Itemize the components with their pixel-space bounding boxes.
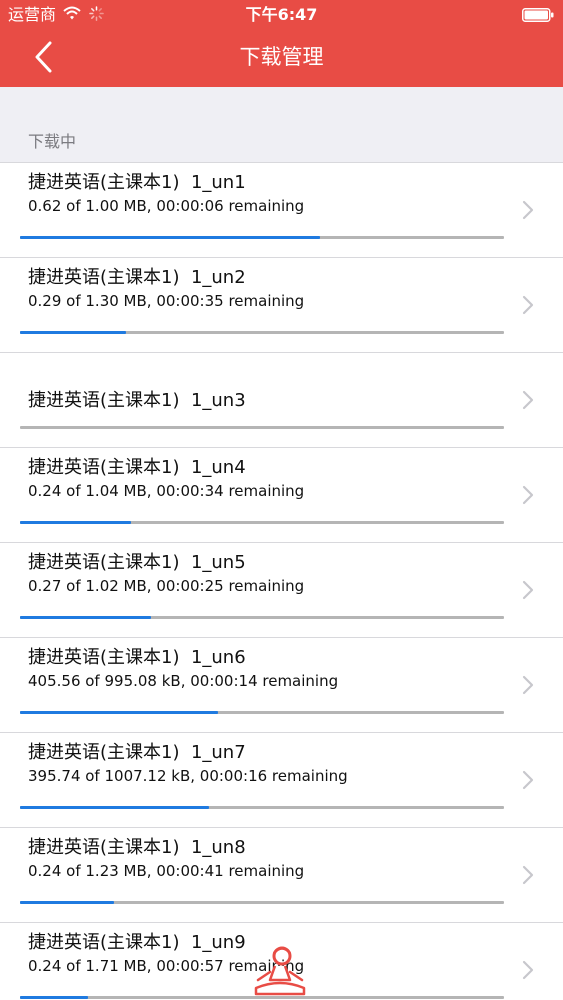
page-title: 下载管理 bbox=[239, 45, 324, 69]
download-title: 捷进英语(主课本1) 1_un5 bbox=[28, 552, 246, 573]
section-header bbox=[0, 87, 563, 162]
status-bar: 运营商 下午6:47 bbox=[0, 0, 563, 30]
section-label: 下载中 bbox=[28, 132, 77, 151]
app-header: 运营商 下午6:47 下载管理 bbox=[0, 0, 563, 87]
download-row[interactable]: 捷进英语(主课本1) 1_un3 bbox=[0, 352, 563, 447]
download-title: 捷进英语(主课本1) 1_un4 bbox=[28, 457, 246, 478]
progress-bar bbox=[20, 521, 504, 524]
progress-fill bbox=[20, 236, 321, 239]
progress-bar bbox=[20, 616, 504, 619]
download-status: 405.56 of 995.08 kB, 00:00:14 remaining bbox=[28, 672, 339, 690]
download-row[interactable]: 捷进英语(主课本1) 1_un4 0.24 of 1.04 MB, 00:00:… bbox=[0, 447, 563, 542]
chevron-right-icon bbox=[522, 865, 534, 885]
progress-bar bbox=[20, 806, 504, 809]
meditating-figure-icon[interactable] bbox=[250, 944, 310, 1000]
download-title: 捷进英语(主课本1) 1_un9 bbox=[28, 932, 246, 953]
chevron-right-icon bbox=[522, 200, 534, 220]
chevron-right-icon bbox=[522, 580, 534, 600]
download-row[interactable]: 捷进英语(主课本1) 1_un6 405.56 of 995.08 kB, 00… bbox=[0, 637, 563, 732]
chevron-right-icon bbox=[522, 960, 534, 980]
progress-fill bbox=[20, 616, 151, 619]
download-status: 0.27 of 1.02 MB, 00:00:25 remaining bbox=[28, 577, 305, 595]
progress-bar bbox=[20, 331, 504, 334]
download-title: 捷进英语(主课本1) 1_un7 bbox=[28, 742, 246, 763]
chevron-right-icon bbox=[522, 390, 534, 410]
progress-fill bbox=[20, 806, 209, 809]
download-status: 0.24 of 1.23 MB, 00:00:41 remaining bbox=[28, 862, 305, 880]
progress-fill bbox=[20, 901, 115, 904]
chevron-right-icon bbox=[522, 675, 534, 695]
progress-fill bbox=[20, 521, 132, 524]
download-row[interactable]: 捷进英语(主课本1) 1_un5 0.27 of 1.02 MB, 00:00:… bbox=[0, 542, 563, 637]
download-list: 捷进英语(主课本1) 1_un1 0.62 of 1.00 MB, 00:00:… bbox=[0, 162, 563, 1000]
download-row[interactable]: 捷进英语(主课本1) 1_un2 0.29 of 1.30 MB, 00:00:… bbox=[0, 257, 563, 352]
progress-bar bbox=[20, 426, 504, 429]
download-status: 395.74 of 1007.12 kB, 00:00:16 remaining bbox=[28, 767, 348, 785]
status-time: 下午6:47 bbox=[245, 5, 318, 24]
chevron-right-icon bbox=[522, 485, 534, 505]
download-title: 捷进英语(主课本1) 1_un1 bbox=[28, 172, 246, 193]
download-title: 捷进英语(主课本1) 1_un2 bbox=[28, 267, 246, 288]
chevron-right-icon bbox=[522, 770, 534, 790]
download-title: 捷进英语(主课本1) 1_un8 bbox=[28, 837, 246, 858]
progress-bar bbox=[20, 711, 504, 714]
download-status: 0.24 of 1.04 MB, 00:00:34 remaining bbox=[28, 482, 305, 500]
download-row[interactable]: 捷进英语(主课本1) 1_un7 395.74 of 1007.12 kB, 0… bbox=[0, 732, 563, 827]
chevron-right-icon bbox=[522, 295, 534, 315]
progress-fill bbox=[20, 996, 88, 999]
progress-bar bbox=[20, 236, 504, 239]
download-status: 0.62 of 1.00 MB, 00:00:06 remaining bbox=[28, 197, 305, 215]
download-manager-screen: 运营商 下午6:47 下载管理 下载中 捷进英语(主课本1) 1_un1 0.6… bbox=[0, 0, 563, 1000]
download-status: 0.29 of 1.30 MB, 00:00:35 remaining bbox=[28, 292, 305, 310]
progress-fill bbox=[20, 331, 127, 334]
download-row[interactable]: 捷进英语(主课本1) 1_un8 0.24 of 1.23 MB, 00:00:… bbox=[0, 827, 563, 922]
battery-icon bbox=[522, 8, 554, 22]
download-title: 捷进英语(主课本1) 1_un6 bbox=[28, 647, 246, 668]
progress-fill bbox=[20, 711, 219, 714]
progress-bar bbox=[20, 901, 504, 904]
download-row[interactable]: 捷进英语(主课本1) 1_un1 0.62 of 1.00 MB, 00:00:… bbox=[0, 162, 563, 257]
download-title: 捷进英语(主课本1) 1_un3 bbox=[28, 390, 246, 411]
